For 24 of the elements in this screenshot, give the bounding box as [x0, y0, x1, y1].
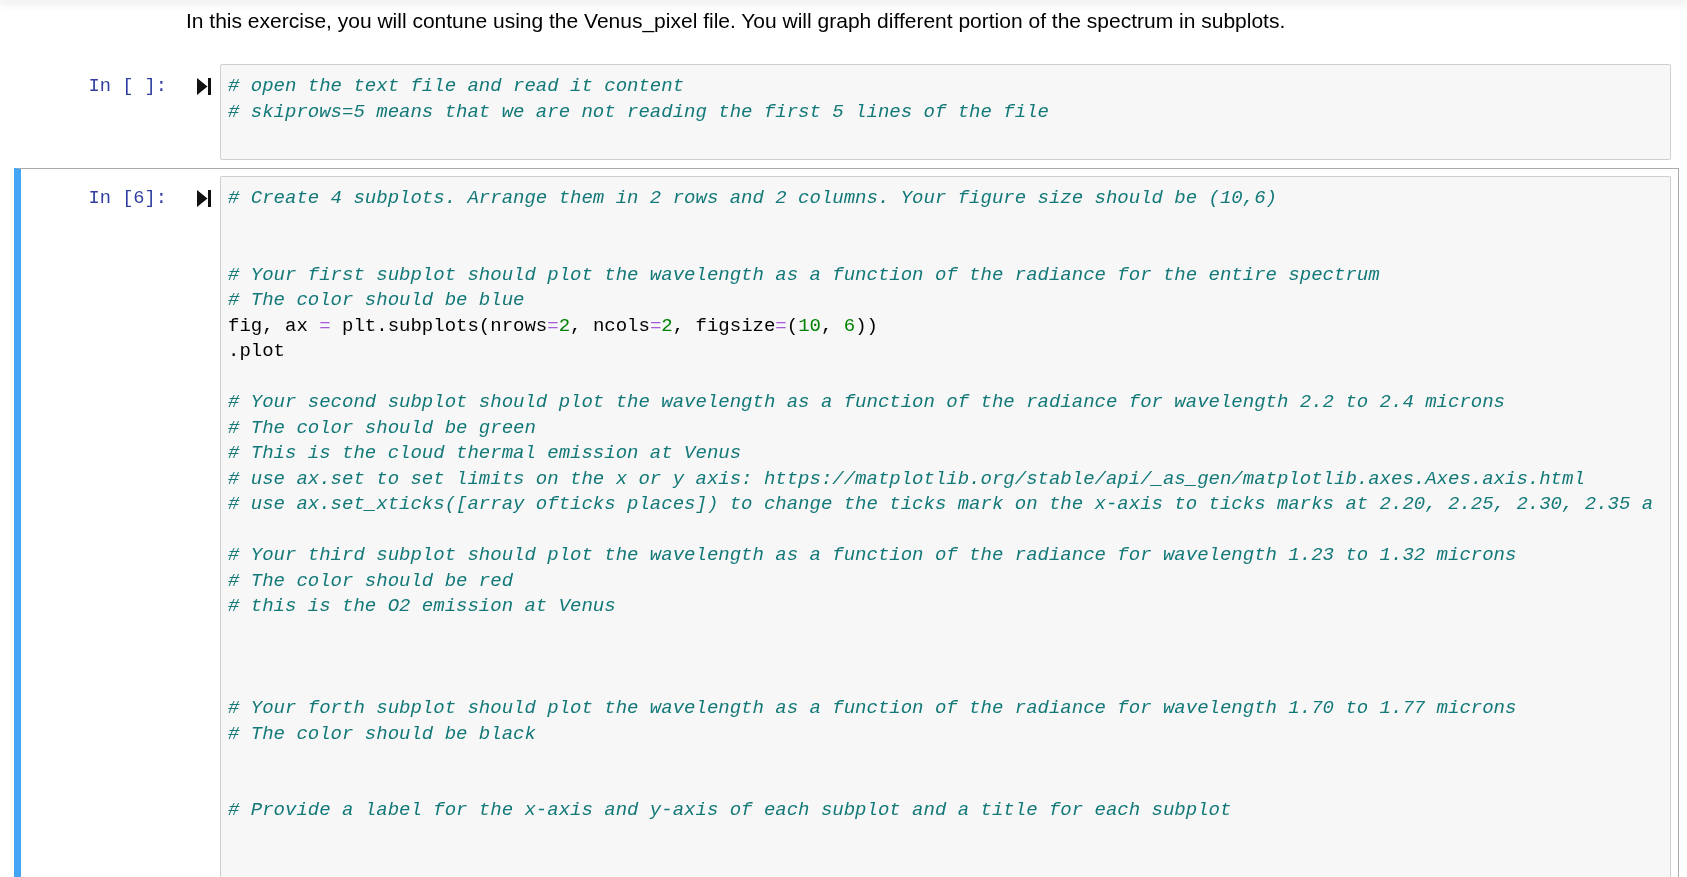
code-comment: # use ax.set to set limits on the x or y axis: https://matplotlib.org/stable/api/_as_gen/matplotlib.axes.Axes.axis.html [228, 466, 1585, 492]
code-comment: # The color should be green [228, 415, 536, 441]
step-forward-icon[interactable] [197, 78, 211, 95]
code-line: fig, ax = plt.subplots(nrows=2, ncols=2, figsize=(10, 6)) [228, 313, 878, 339]
code-comment: # Create 4 subplots. Arrange them in 2 rows and 2 columns. Your figure size should be (10,6) [228, 186, 1277, 211]
code-comment: # Your first subplot should plot the wavelength as a function of the radiance for the entire spectrum [228, 262, 1380, 288]
code-comment: # The color should be blue [228, 288, 525, 313]
code-comment: # This is the cloud thermal emission at Venus [228, 441, 742, 466]
code-comment: # Your second subplot should plot the wavelength as a function of the radiance for wavelength 2.2 to 2.4 microns [228, 390, 1505, 415]
code-line: .plot [228, 339, 285, 364]
code-editor[interactable]: # open the text file and read it content # skiprows=5 means that we are not reading the first 5 lines of the file [220, 64, 1671, 160]
cell-prompt: In [ ]: [88, 74, 167, 99]
code-comment: # The color should be red [228, 568, 514, 594]
code-comment: # open the text file and read it content [228, 74, 685, 99]
code-comment: # skiprows=5 means that we are not reading the first 5 lines of the file [228, 99, 1049, 125]
code-comment: # this is the O2 emission at Venus [228, 594, 616, 619]
code-comment: # Provide a label for the x-axis and y-axis of each subplot and a title for each subplot [228, 798, 1232, 823]
step-forward-icon[interactable] [197, 190, 211, 207]
code-comment: # The color should be black [228, 721, 536, 747]
code-comment: # use ax.set_xticks([array ofticks places]) to change the ticks mark on the x-axis to ticks marks at 2.20, 2.25, 2.30, 2.35 a [228, 492, 1654, 517]
code-comment: # Your third subplot should plot the wavelength as a function of the radiance for wavelength 1.23 to 1.32 microns [228, 543, 1517, 568]
instruction-text: In this exercise, you will contune using the Venus_pixel file. You will graph different portion of the spectrum in subplots. [186, 8, 1286, 33]
code-comment: # Your forth subplot should plot the wavelength as a function of the radiance for wavelength 1.70 to 1.77 microns [228, 696, 1517, 721]
cell-prompt: In [6]: [88, 186, 167, 211]
